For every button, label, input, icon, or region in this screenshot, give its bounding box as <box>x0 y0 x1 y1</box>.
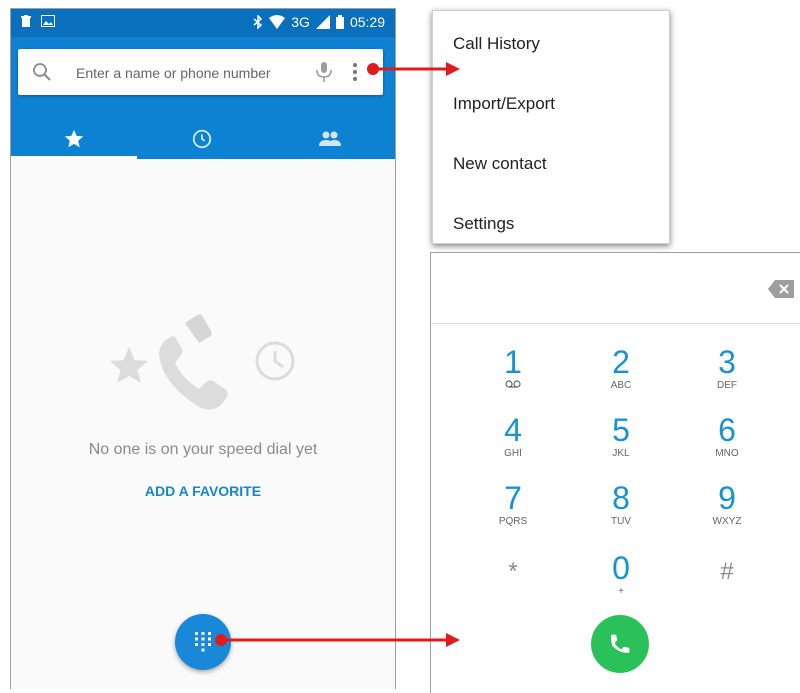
search-bar[interactable] <box>18 49 383 97</box>
more-options-icon[interactable] <box>350 61 360 83</box>
dialpad-key-8[interactable]: 8 TUV <box>581 481 661 545</box>
key-digit: 2 <box>612 344 630 380</box>
clock-icon <box>192 129 212 149</box>
network-type: 3G <box>291 14 310 30</box>
key-letters: + <box>618 586 624 597</box>
dialpad-key-hash[interactable]: # <box>687 551 767 615</box>
key-letters: GHI <box>504 448 522 459</box>
key-digit: 7 <box>504 480 522 516</box>
status-bar: 3G 05:29 <box>11 9 395 37</box>
tab-recents[interactable] <box>139 119 265 159</box>
dialpad-key-5[interactable]: 5 JKL <box>581 413 661 477</box>
dialpad-key-6[interactable]: 6 MNO <box>687 413 767 477</box>
image-notification-icon <box>41 15 55 27</box>
key-digit: 4 <box>504 412 522 448</box>
battery-icon <box>335 15 344 29</box>
wifi-icon <box>269 15 286 29</box>
star-icon <box>64 129 84 148</box>
tab-contacts[interactable] <box>267 119 393 159</box>
key-letters: TUV <box>611 516 631 527</box>
key-letters: JKL <box>612 448 630 459</box>
dialpad-icon <box>195 632 211 652</box>
header-bar <box>11 37 395 159</box>
key-letters: DEF <box>717 380 737 391</box>
clock-time: 05:29 <box>349 14 385 30</box>
menu-item-new-contact[interactable]: New contact <box>453 154 547 174</box>
dialpad-key-4[interactable]: 4 GHI <box>473 413 553 477</box>
menu-item-import-export[interactable]: Import/Export <box>453 94 555 114</box>
dialpad-key-2[interactable]: 2 ABC <box>581 345 661 409</box>
add-favorite-link[interactable]: ADD A FAVORITE <box>11 483 395 499</box>
key-digit: 6 <box>718 412 736 448</box>
voicemail-icon <box>505 380 521 388</box>
search-input[interactable] <box>74 49 308 97</box>
menu-item-settings[interactable]: Settings <box>453 214 514 234</box>
dialpad-fab-button[interactable] <box>175 614 231 670</box>
speed-dial-empty-illustration <box>110 314 295 410</box>
key-digit: * <box>508 558 518 585</box>
overflow-menu: Call History Import/Export New contact S… <box>432 10 670 244</box>
backspace-icon[interactable] <box>767 279 795 299</box>
people-icon <box>319 131 341 146</box>
key-digit: 0 <box>612 550 630 586</box>
key-letters: ABC <box>610 380 632 391</box>
key-digit: 1 <box>504 344 522 380</box>
tab-bar <box>11 119 395 159</box>
star-illustration-icon <box>110 347 148 383</box>
trash-notification-icon <box>21 15 31 27</box>
signal-icon <box>315 15 330 29</box>
dialpad-key-7[interactable]: 7 PQRS <box>473 481 553 545</box>
search-icon[interactable] <box>32 62 52 82</box>
key-digit: 8 <box>612 480 630 516</box>
dialer-screen: 3G 05:29 Enter a name or phone number No… <box>10 8 396 689</box>
dialpad-key-1[interactable]: 1 <box>473 345 553 409</box>
key-letters: PQRS <box>498 516 528 527</box>
dialpad-key-9[interactable]: 9 WXYZ <box>687 481 767 545</box>
dialpad-key-star[interactable]: * <box>473 551 553 615</box>
key-letters: WXYZ <box>712 516 742 527</box>
key-digit: 5 <box>612 412 630 448</box>
call-button[interactable] <box>591 615 649 673</box>
tab-selected-indicator <box>11 156 137 159</box>
key-letters: MNO <box>715 448 739 459</box>
dialpad-key-3[interactable]: 3 DEF <box>687 345 767 409</box>
bluetooth-icon <box>253 15 263 29</box>
phone-illustration-icon <box>159 336 228 410</box>
dialpad-panel: 1 2 ABC 3 DEF 4 GHI 5 JKL 6 MNO 7 PQRS 8… <box>430 252 800 693</box>
phone-icon <box>611 634 630 653</box>
mic-icon[interactable] <box>314 61 334 83</box>
key-digit: 9 <box>718 480 736 516</box>
dialpad-key-0[interactable]: 0 + <box>581 551 661 615</box>
key-digit: # <box>720 558 734 585</box>
menu-item-call-history[interactable]: Call History <box>453 34 540 54</box>
speed-dial-empty-message: No one is on your speed dial yet <box>88 441 318 458</box>
tab-speed-dial[interactable] <box>11 119 137 159</box>
key-digit: 3 <box>718 344 736 380</box>
dialed-digits-field[interactable] <box>431 253 800 324</box>
